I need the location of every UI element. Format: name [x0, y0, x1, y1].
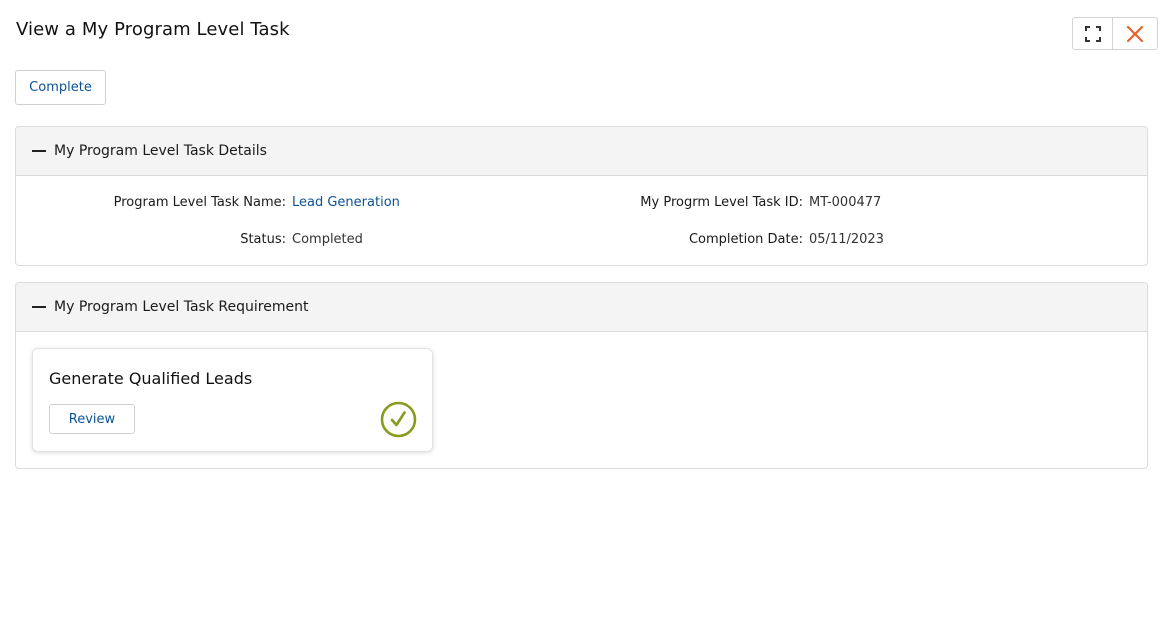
close-button[interactable] — [1112, 17, 1158, 50]
collapse-icon — [32, 150, 46, 152]
completion-date-label: Completion Date: — [688, 232, 803, 247]
collapse-icon — [32, 306, 46, 308]
task-id-field: My Progrm Level Task ID: MT-000477 — [16, 195, 916, 210]
page-title: View a My Program Level Task — [16, 19, 290, 40]
review-button[interactable]: Review — [49, 404, 135, 434]
expand-icon — [1084, 25, 1101, 42]
task-requirement-panel: My Program Level Task Requirement Genera… — [15, 282, 1148, 469]
task-details-header[interactable]: My Program Level Task Details — [16, 127, 1147, 176]
requirement-card: Generate Qualified Leads Review — [32, 348, 433, 452]
expand-button[interactable] — [1072, 17, 1113, 50]
requirement-card-title: Generate Qualified Leads — [49, 369, 253, 388]
task-id-value: MT-000477 — [809, 195, 882, 210]
task-id-label: My Progrm Level Task ID: — [640, 195, 803, 210]
task-details-panel: My Program Level Task Details Program Le… — [15, 126, 1148, 266]
completion-date-value: 05/11/2023 — [809, 232, 884, 247]
task-requirement-header[interactable]: My Program Level Task Requirement — [16, 283, 1147, 332]
close-icon — [1126, 25, 1144, 42]
complete-button[interactable]: Complete — [15, 70, 106, 105]
completion-date-field: Completion Date: 05/11/2023 — [16, 232, 916, 247]
task-details-title: My Program Level Task Details — [54, 143, 267, 159]
task-requirement-title: My Program Level Task Requirement — [54, 299, 309, 315]
check-circle-icon — [380, 401, 417, 438]
